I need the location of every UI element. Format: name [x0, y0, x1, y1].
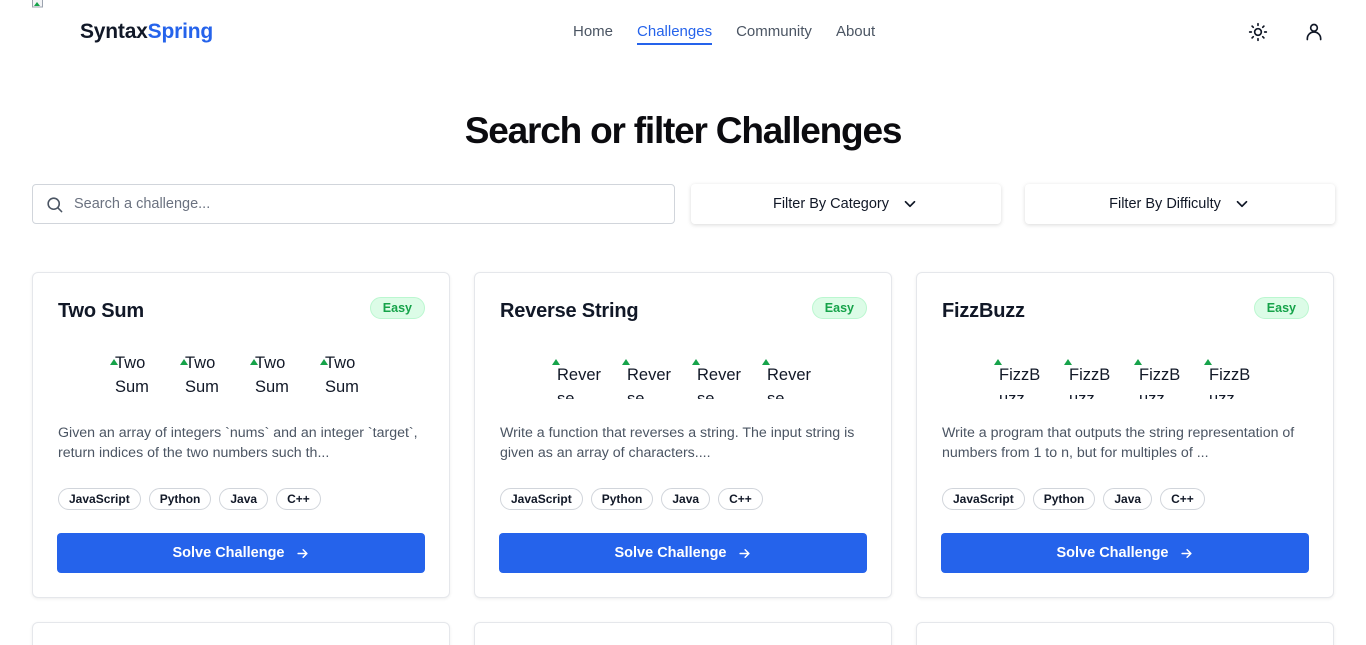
broken-image: Two Sum	[319, 349, 375, 399]
sun-icon[interactable]	[1247, 21, 1269, 43]
card-title: Reverse String	[500, 300, 639, 322]
challenge-card-two-sum: Two Sum Easy Two Sum Two Sum Two Sum Two…	[32, 272, 450, 598]
solve-challenge-button[interactable]: Solve Challenge	[499, 533, 867, 573]
broken-image: FizzBuzz	[1133, 349, 1189, 399]
broken-image: Reverse String	[621, 349, 677, 399]
language-tag: Python	[590, 488, 654, 510]
broken-image-icon	[179, 349, 189, 365]
language-tag: JavaScript	[942, 488, 1025, 510]
arrow-right-icon	[737, 546, 752, 561]
solve-challenge-button[interactable]: Solve Challenge	[57, 533, 425, 573]
nav-community[interactable]: Community	[736, 23, 812, 45]
difficulty-badge: Easy	[369, 297, 425, 319]
broken-image: Two Sum	[249, 349, 305, 399]
language-tag: Python	[148, 488, 212, 510]
broken-image-icon	[621, 349, 631, 365]
challenge-card-reverse-string: Reverse String Easy Reverse String Rever…	[474, 272, 892, 598]
broken-image: Reverse String	[691, 349, 747, 399]
chevron-down-icon	[901, 195, 919, 213]
language-tags: JavaScript Python Java C++	[942, 488, 1205, 510]
difficulty-badge: Easy	[811, 297, 867, 319]
broken-image-icon	[691, 349, 701, 365]
card-title: FizzBuzz	[942, 300, 1025, 322]
arrow-right-icon	[1179, 546, 1194, 561]
broken-image-icon	[993, 349, 1003, 365]
card-title: Two Sum	[58, 300, 145, 322]
broken-image-icon	[551, 349, 561, 365]
broken-image: Reverse String	[761, 349, 817, 399]
broken-image-icon	[1063, 349, 1073, 365]
page-title: Search or filter Challenges	[464, 110, 903, 151]
broken-image-icon	[249, 349, 259, 365]
challenge-card-partial	[916, 622, 1334, 645]
search-input[interactable]	[74, 196, 634, 212]
arrow-right-icon	[295, 546, 310, 561]
broken-logo-image-icon	[32, 0, 48, 8]
nav-about[interactable]: About	[836, 23, 875, 45]
language-tag: C++	[1160, 488, 1205, 510]
card-image-row: Reverse String Reverse String Reverse St…	[551, 349, 817, 399]
brand-name-part2: Spring	[147, 20, 213, 43]
broken-image-icon	[1133, 349, 1143, 365]
language-tags: JavaScript Python Java C++	[500, 488, 763, 510]
solve-button-label: Solve Challenge	[1056, 545, 1169, 561]
solve-button-label: Solve Challenge	[614, 545, 727, 561]
filter-difficulty-dropdown[interactable]: Filter By Difficulty	[1025, 184, 1335, 224]
filter-difficulty-label: Filter By Difficulty	[1109, 196, 1221, 212]
card-description: Write a program that outputs the string …	[942, 425, 1295, 461]
filter-category-dropdown[interactable]: Filter By Category	[691, 184, 1001, 224]
language-tag: Java	[1103, 488, 1153, 510]
brand-logo[interactable]: SyntaxSpring	[80, 20, 213, 44]
language-tags: JavaScript Python Java C++	[58, 488, 321, 510]
language-tag: Java	[661, 488, 711, 510]
nav-home[interactable]: Home	[573, 23, 613, 45]
broken-image: Reverse String	[551, 349, 607, 399]
language-tag: Java	[219, 488, 269, 510]
main-nav: Home Challenges Community About	[573, 23, 875, 45]
search-icon	[45, 195, 64, 214]
language-tag: JavaScript	[500, 488, 583, 510]
user-icon[interactable]	[1303, 21, 1325, 43]
card-description: Write a function that reverses a string.…	[500, 425, 855, 461]
challenge-card-partial	[32, 622, 450, 645]
language-tag: C++	[718, 488, 763, 510]
nav-challenges[interactable]: Challenges	[637, 23, 713, 45]
broken-image-icon	[761, 349, 771, 365]
solve-challenge-button[interactable]: Solve Challenge	[941, 533, 1309, 573]
chevron-down-icon	[1233, 195, 1251, 213]
broken-image: FizzBuzz	[1063, 349, 1119, 399]
search-box[interactable]	[32, 184, 675, 224]
broken-image: Two Sum	[109, 349, 165, 399]
challenge-card-fizzbuzz: FizzBuzz Easy FizzBuzz FizzBuzz FizzBuzz…	[916, 272, 1334, 598]
solve-button-label: Solve Challenge	[172, 545, 285, 561]
broken-image: FizzBuzz	[1203, 349, 1259, 399]
language-tag: JavaScript	[58, 488, 141, 510]
difficulty-badge: Easy	[1253, 297, 1309, 319]
card-description: Given an array of integers `nums` and an…	[58, 425, 418, 461]
language-tag: C++	[276, 488, 321, 510]
card-image-row: Two Sum Two Sum Two Sum Two Sum	[109, 349, 375, 399]
broken-image-icon	[1203, 349, 1213, 365]
broken-image: FizzBuzz	[993, 349, 1049, 399]
broken-image-icon	[109, 349, 119, 365]
broken-image-icon	[319, 349, 329, 365]
broken-image: Two Sum	[179, 349, 235, 399]
language-tag: Python	[1032, 488, 1096, 510]
card-image-row: FizzBuzz FizzBuzz FizzBuzz FizzBuzz	[993, 349, 1259, 399]
brand-name-part1: Syntax	[80, 20, 148, 43]
filter-category-label: Filter By Category	[772, 196, 890, 212]
challenge-card-partial	[474, 622, 892, 645]
